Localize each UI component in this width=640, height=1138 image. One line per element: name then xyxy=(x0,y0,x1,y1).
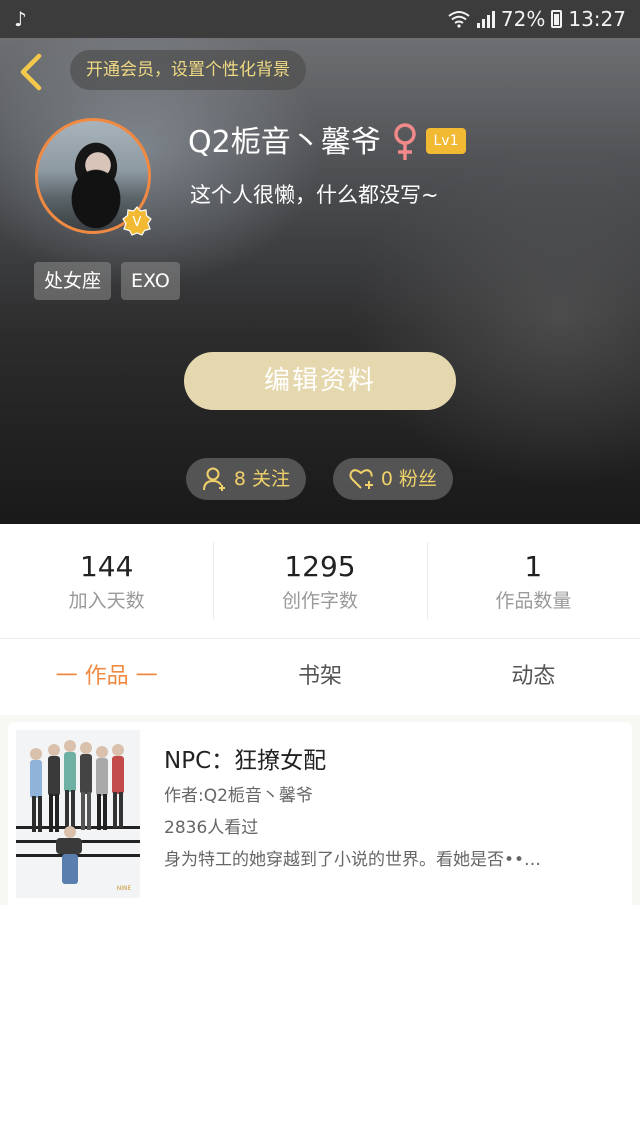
battery-icon xyxy=(551,10,563,28)
tab-activity[interactable]: 动态 xyxy=(427,639,640,715)
svg-text:V: V xyxy=(133,215,142,230)
female-icon xyxy=(394,123,416,160)
tag-interest[interactable]: EXO xyxy=(121,262,180,300)
status-icons: 72% 13:27 xyxy=(447,0,626,38)
level-badge: Lv1 xyxy=(426,128,466,154)
work-views: 2836人看过 xyxy=(164,818,259,838)
book-cover-image[interactable]: NINE xyxy=(16,730,140,898)
nickname: Q2栀音丶馨爷 xyxy=(188,125,381,160)
fans-count: 0 粉丝 xyxy=(380,468,438,490)
stat-label: 加入天数 xyxy=(68,590,145,612)
cover-illustration: NINE xyxy=(16,730,140,898)
tag-zodiac[interactable]: 处女座 xyxy=(34,262,112,300)
stat-value: 1 xyxy=(524,550,543,583)
stat-value: 144 xyxy=(79,550,134,583)
bio-text: 这个人很懒，什么都没写~ xyxy=(190,183,439,207)
work-title[interactable]: NPC：狂撩女配 xyxy=(164,746,326,776)
signal-icon xyxy=(476,10,495,28)
edit-profile-button[interactable]: 编辑资料 xyxy=(184,352,456,410)
work-author: 作者:Q2栀音丶馨爷 xyxy=(164,786,313,806)
wifi-icon xyxy=(448,11,470,28)
profile-screen: ♪ 72% 13:27 开通会员，设置个性化背景 V Q2栀音丶馨爷 Lv1 这… xyxy=(0,0,640,1138)
status-bar: ♪ 72% 13:27 xyxy=(0,0,640,38)
tiktok-icon: ♪ xyxy=(14,7,27,31)
vip-badge-icon: V xyxy=(122,206,152,236)
svg-text:NINE: NINE xyxy=(117,885,132,892)
vip-background-link[interactable]: 开通会员，设置个性化背景 xyxy=(70,50,306,90)
stat-label: 作品数量 xyxy=(495,590,572,612)
back-button[interactable] xyxy=(10,48,50,96)
tag-list: 处女座 EXO xyxy=(34,262,180,300)
battery-level: 72% xyxy=(500,7,546,31)
stat-works-count: 1 作品数量 xyxy=(426,524,640,638)
clock: 13:27 xyxy=(568,7,626,31)
work-description: 身为特工的她穿越到了小说的世界。看她是否••… xyxy=(164,850,542,870)
stat-word-count: 1295 创作字数 xyxy=(213,524,426,638)
heart-add-icon xyxy=(349,469,373,489)
stat-days-joined: 144 加入天数 xyxy=(0,524,213,638)
tab-works[interactable]: 一 作品 一 xyxy=(0,639,213,715)
stat-value: 1295 xyxy=(284,550,356,583)
work-card[interactable]: NINE NPC：狂撩女配 作者:Q2栀音丶馨爷 2836人看过 身为特工的她穿… xyxy=(8,722,632,905)
stats-row: 144 加入天数 1295 创作字数 1 作品数量 xyxy=(0,524,640,639)
chevron-left-icon xyxy=(20,53,42,91)
tab-bookshelf[interactable]: 书架 xyxy=(213,639,426,715)
stat-label: 创作字数 xyxy=(281,590,358,612)
following-button[interactable]: 8 关注 xyxy=(186,458,306,500)
user-add-icon xyxy=(202,467,225,491)
fans-button[interactable]: 0 粉丝 xyxy=(333,458,453,500)
content-tabs: 一 作品 一 书架 动态 xyxy=(0,639,640,715)
following-count: 8 关注 xyxy=(233,468,291,490)
profile-header: 开通会员，设置个性化背景 V Q2栀音丶馨爷 Lv1 这个人很懒，什么都没写~ … xyxy=(0,38,640,524)
